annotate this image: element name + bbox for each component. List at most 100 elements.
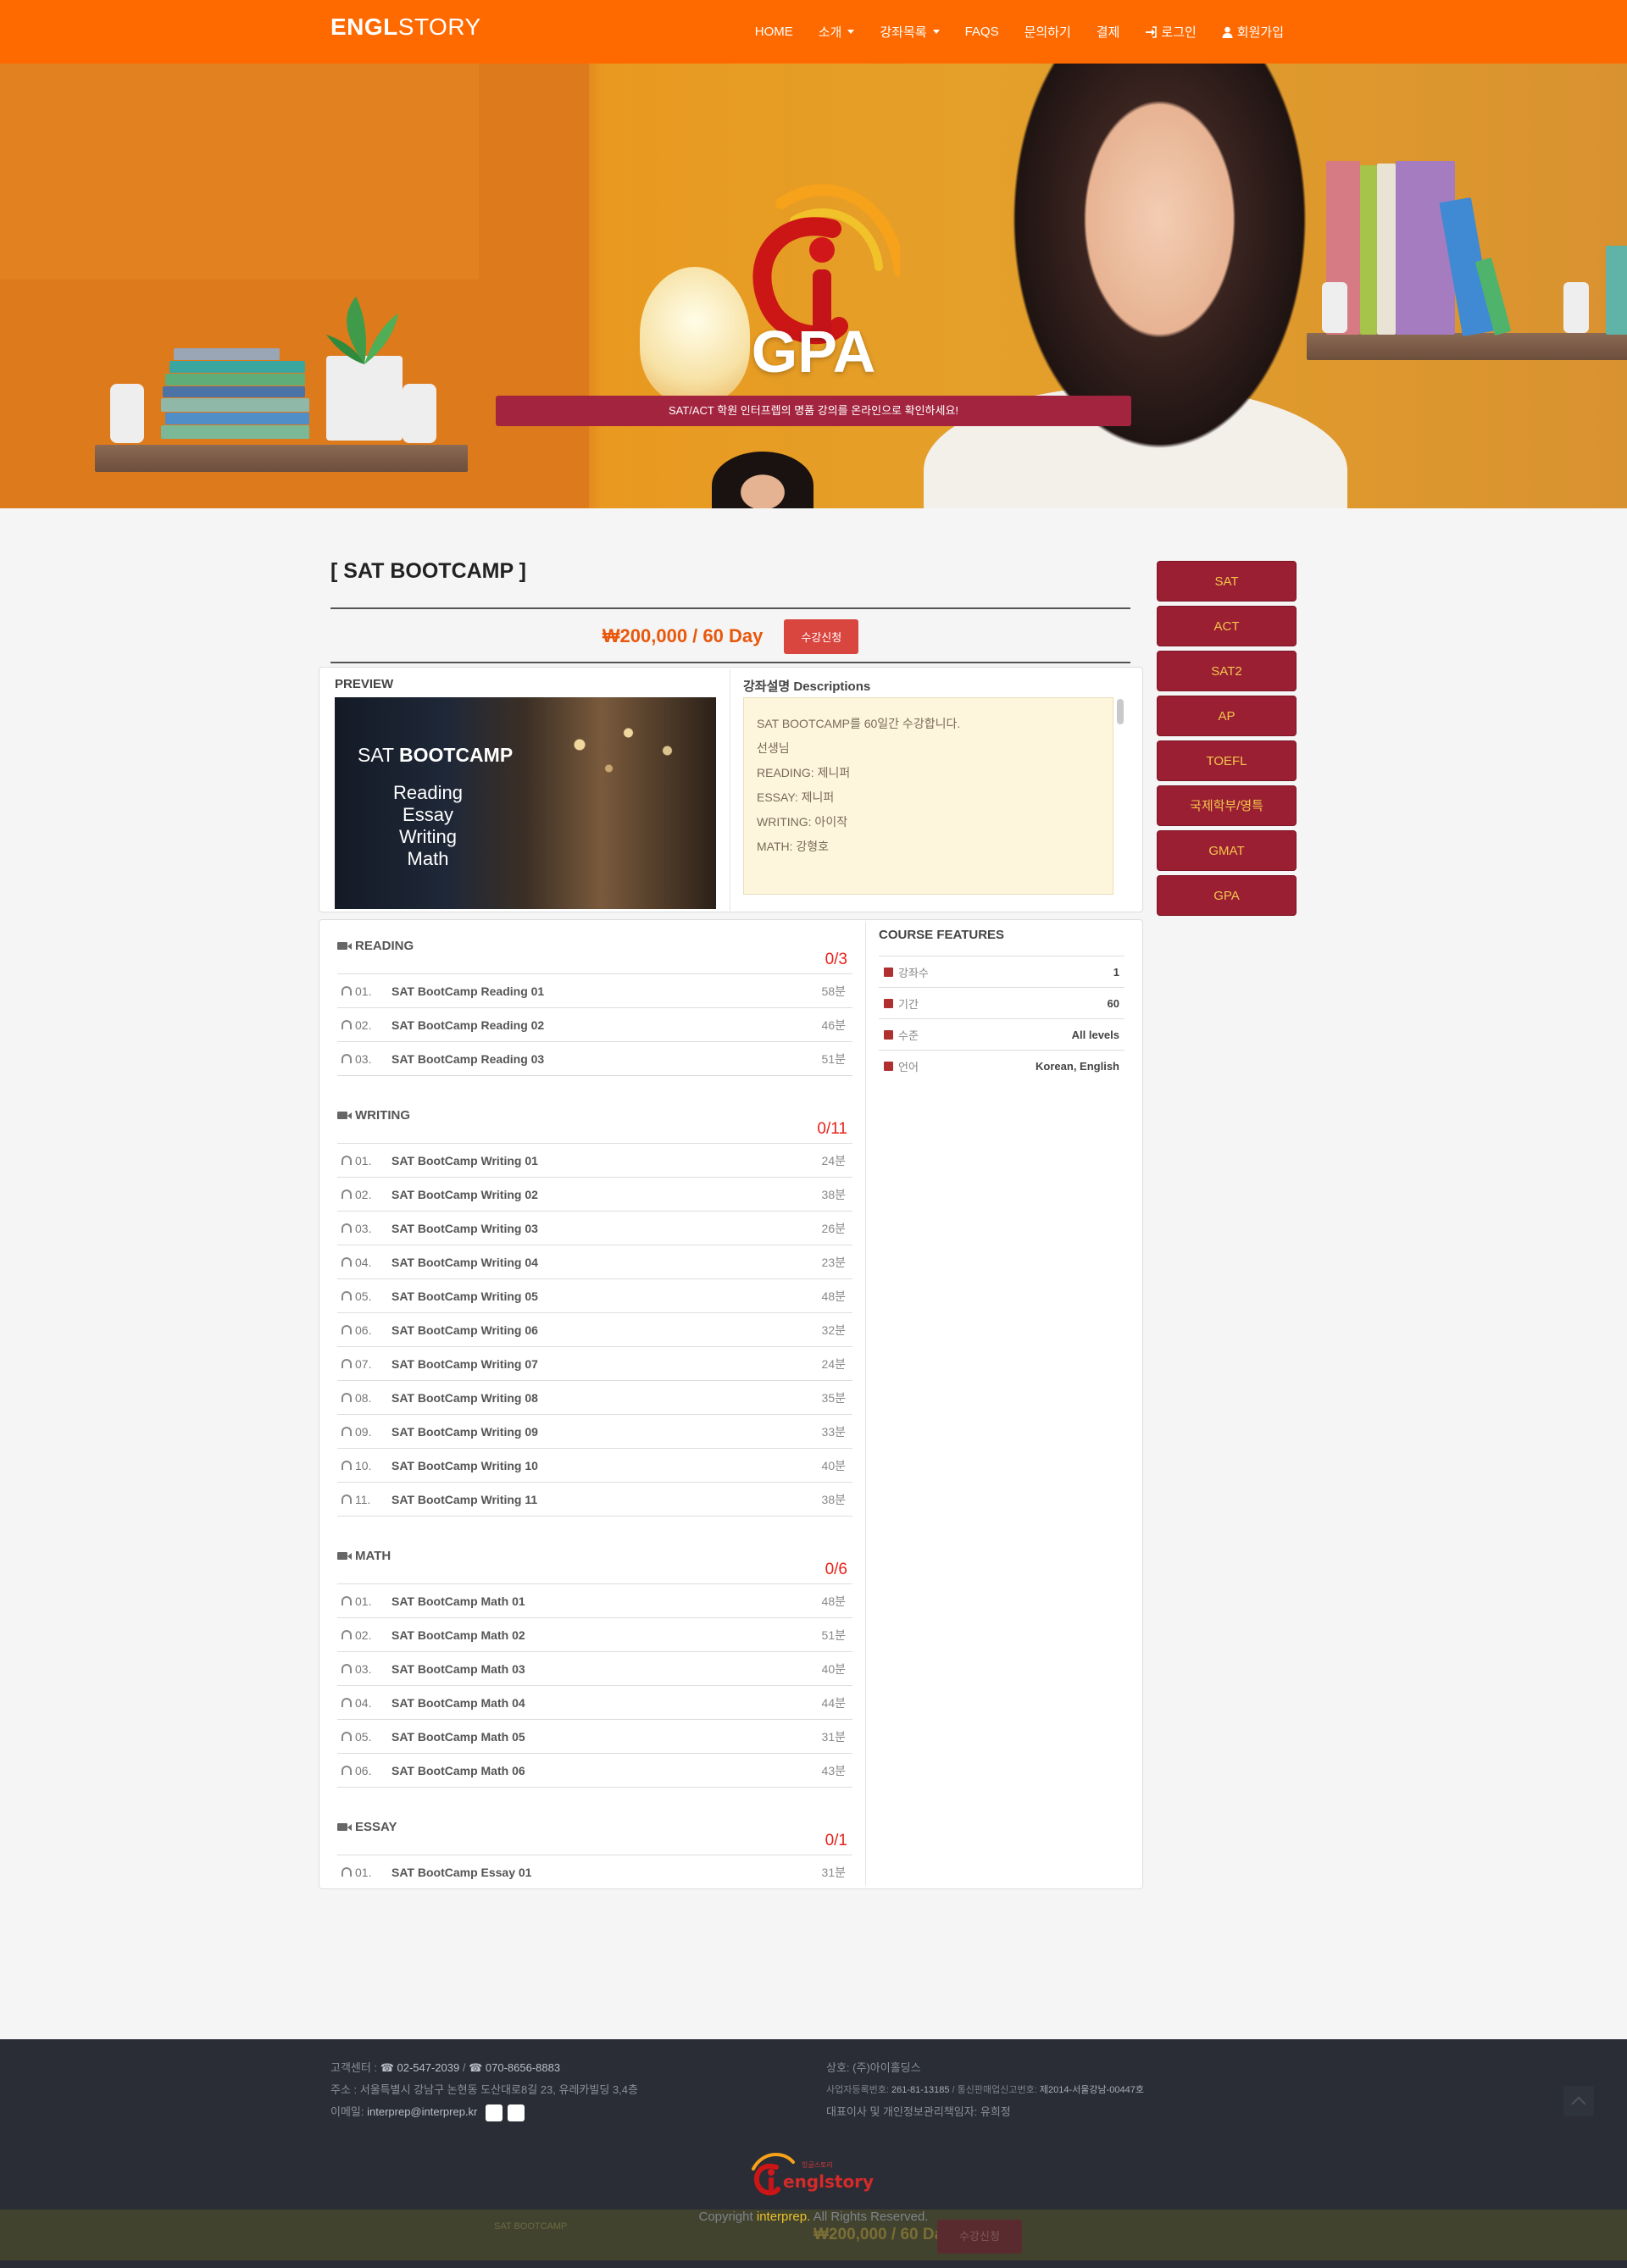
brand-logo[interactable]: ENGLSTORY xyxy=(330,14,481,41)
lesson-title[interactable]: SAT BootCamp Writing 09 xyxy=(391,1425,822,1439)
sidebar-category-button[interactable]: TOEFL xyxy=(1157,740,1297,781)
nav-inquiry[interactable]: 문의하기 xyxy=(1025,23,1071,41)
nav-courses[interactable]: 강좌목록 xyxy=(880,23,940,41)
sidebar-category-button[interactable]: AP xyxy=(1157,696,1297,736)
lesson-duration: 31분 xyxy=(821,1729,846,1744)
lesson-row[interactable]: 11. SAT BootCamp Writing 11 38분 xyxy=(337,1483,852,1517)
lesson-title[interactable]: SAT BootCamp Math 04 xyxy=(391,1696,822,1710)
lesson-title[interactable]: SAT BootCamp Writing 07 xyxy=(391,1357,822,1371)
lesson-row[interactable]: 01. SAT BootCamp Math 01 48분 xyxy=(337,1584,852,1618)
lesson-title[interactable]: SAT BootCamp Math 06 xyxy=(391,1764,822,1777)
lesson-row[interactable]: 01. SAT BootCamp Reading 01 58분 xyxy=(337,974,852,1008)
lesson-title[interactable]: SAT BootCamp Writing 11 xyxy=(391,1493,822,1506)
lesson-title[interactable]: SAT BootCamp Math 03 xyxy=(391,1662,822,1676)
lesson-title[interactable]: SAT BootCamp Writing 04 xyxy=(391,1256,822,1269)
lesson-title[interactable]: SAT BootCamp Essay 01 xyxy=(391,1866,822,1879)
headphones-icon xyxy=(342,1156,352,1165)
sidebar-category-button[interactable]: 국제학부/영특 xyxy=(1157,785,1297,826)
sidebar-category-button[interactable]: GMAT xyxy=(1157,830,1297,871)
nav-intro-label: 소개 xyxy=(818,25,842,40)
description-line: READING: 제니퍼 xyxy=(757,766,851,779)
lesson-title[interactable]: SAT BootCamp Reading 03 xyxy=(391,1052,822,1066)
student-photo xyxy=(975,64,1330,508)
nav-signup[interactable]: 회원가입 xyxy=(1222,23,1284,41)
lesson-num: 02. xyxy=(355,1018,372,1032)
enroll-button[interactable]: 수강신청 xyxy=(784,618,859,654)
lesson-num: 05. xyxy=(355,1729,372,1744)
lesson-row[interactable]: 03. SAT BootCamp Writing 03 26분 xyxy=(337,1212,852,1245)
feature-label-wrap: 강좌수 xyxy=(879,964,929,980)
lesson-row[interactable]: 02. SAT BootCamp Reading 02 46분 xyxy=(337,1008,852,1042)
facebook-icon[interactable] xyxy=(486,2104,503,2121)
curriculum-section: WRITING 0/11 01. SAT BootCamp Writing 01 24분… xyxy=(337,1101,852,1517)
lesson-title[interactable]: SAT BootCamp Math 02 xyxy=(391,1628,822,1642)
lesson-row[interactable]: 04. SAT BootCamp Writing 04 23분 xyxy=(337,1245,852,1279)
section-progress: 0/11 xyxy=(817,1120,847,1138)
feature-label: 강좌수 xyxy=(898,966,929,979)
feature-label: 기간 xyxy=(898,997,919,1011)
sticky-enroll-button[interactable]: 수강신청 xyxy=(937,2220,1022,2254)
lesson-title[interactable]: SAT BootCamp Math 05 xyxy=(391,1730,822,1744)
nav-payment[interactable]: 결제 xyxy=(1097,23,1120,41)
lesson-row[interactable]: 08. SAT BootCamp Writing 08 35분 xyxy=(337,1381,852,1415)
lesson-row[interactable]: 04. SAT BootCamp Math 04 44분 xyxy=(337,1686,852,1720)
chat-icon[interactable] xyxy=(508,2104,525,2121)
lesson-title[interactable]: SAT BootCamp Writing 01 xyxy=(391,1154,822,1167)
headphones-icon xyxy=(342,1494,352,1504)
preview-video[interactable]: SAT BOOTCAMP Reading Essay Writing Math xyxy=(335,697,716,909)
preview-image-subjects: Reading Essay Writing Math xyxy=(335,782,521,870)
nav-home[interactable]: HOME xyxy=(755,25,793,39)
lesson-row[interactable]: 01. SAT BootCamp Writing 01 24분 xyxy=(337,1144,852,1178)
user-icon xyxy=(1222,26,1233,38)
sidebar-category-button[interactable]: SAT xyxy=(1157,561,1297,602)
lesson-row[interactable]: 03. SAT BootCamp Reading 03 51분 xyxy=(337,1042,852,1076)
lesson-row[interactable]: 05. SAT BootCamp Math 05 31분 xyxy=(337,1720,852,1754)
lesson-title[interactable]: SAT BootCamp Writing 02 xyxy=(391,1188,822,1201)
feature-value: Korean, English xyxy=(1036,1059,1119,1073)
lesson-title[interactable]: SAT BootCamp Writing 05 xyxy=(391,1289,822,1303)
lesson-title[interactable]: SAT BootCamp Writing 03 xyxy=(391,1222,822,1235)
lesson-title[interactable]: SAT BootCamp Writing 10 xyxy=(391,1459,822,1472)
nav-faqs[interactable]: FAQS xyxy=(965,25,999,39)
feature-row: 수준 All levels xyxy=(879,1018,1124,1050)
lesson-row[interactable]: 02. SAT BootCamp Writing 02 38분 xyxy=(337,1178,852,1212)
footer-email: 이메일: interprep@interprep.kr xyxy=(330,2103,525,2121)
sidebar-category-button[interactable]: GPA xyxy=(1157,875,1297,916)
section-header: READING 0/3 xyxy=(337,932,852,974)
lesson-row[interactable]: 06. SAT BootCamp Math 06 43분 xyxy=(337,1754,852,1788)
lesson-title[interactable]: SAT BootCamp Writing 06 xyxy=(391,1323,822,1337)
feature-value: 1 xyxy=(1113,965,1119,979)
company-value: (주)아이홀딩스 xyxy=(852,2061,921,2074)
lesson-row[interactable]: 06. SAT BootCamp Writing 06 32분 xyxy=(337,1313,852,1347)
sidebar-category-button[interactable]: ACT xyxy=(1157,606,1297,646)
lesson-number: 10. xyxy=(337,1459,391,1472)
course-price: ₩200,000 / 60 Day xyxy=(602,625,764,646)
description-scrollbar[interactable] xyxy=(1117,699,1124,724)
lesson-title[interactable]: SAT BootCamp Writing 08 xyxy=(391,1391,822,1405)
lesson-num: 01. xyxy=(355,1153,372,1167)
lesson-title[interactable]: SAT BootCamp Math 01 xyxy=(391,1594,822,1608)
lesson-num: 03. xyxy=(355,1661,372,1676)
copyright-suffix: All Rights Reserved. xyxy=(810,2210,929,2224)
email-value[interactable]: interprep@interprep.kr xyxy=(367,2105,477,2118)
lesson-row[interactable]: 01. SAT BootCamp Essay 01 31분 xyxy=(337,1855,852,1889)
description-box[interactable]: SAT BOOTCAMP를 60일간 수강합니다. 선생님 READING: 제… xyxy=(743,697,1113,895)
phone-1: ☎ 02-547-2039 xyxy=(380,2061,460,2074)
lesson-title[interactable]: SAT BootCamp Reading 02 xyxy=(391,1018,822,1032)
lesson-row[interactable]: 05. SAT BootCamp Writing 05 48분 xyxy=(337,1279,852,1313)
lesson-duration: 51분 xyxy=(821,1628,846,1642)
lesson-row[interactable]: 09. SAT BootCamp Writing 09 33분 xyxy=(337,1415,852,1449)
lesson-row[interactable]: 07. SAT BootCamp Writing 07 24분 xyxy=(337,1347,852,1381)
nav-login[interactable]: 로그인 xyxy=(1145,23,1197,41)
lesson-row[interactable]: 10. SAT BootCamp Writing 10 40분 xyxy=(337,1449,852,1483)
book-stack xyxy=(161,398,309,412)
headphones-icon xyxy=(342,1867,352,1877)
preview-subject: Math xyxy=(407,848,449,869)
lesson-row[interactable]: 02. SAT BootCamp Math 02 51분 xyxy=(337,1618,852,1652)
nav-intro[interactable]: 소개 xyxy=(819,23,855,41)
sidebar-category-button[interactable]: SAT2 xyxy=(1157,651,1297,691)
lesson-title[interactable]: SAT BootCamp Reading 01 xyxy=(391,984,822,998)
back-to-top-button[interactable] xyxy=(1563,2086,1594,2116)
lesson-row[interactable]: 03. SAT BootCamp Math 03 40분 xyxy=(337,1652,852,1686)
copyright-brand[interactable]: interprep. xyxy=(757,2210,810,2224)
